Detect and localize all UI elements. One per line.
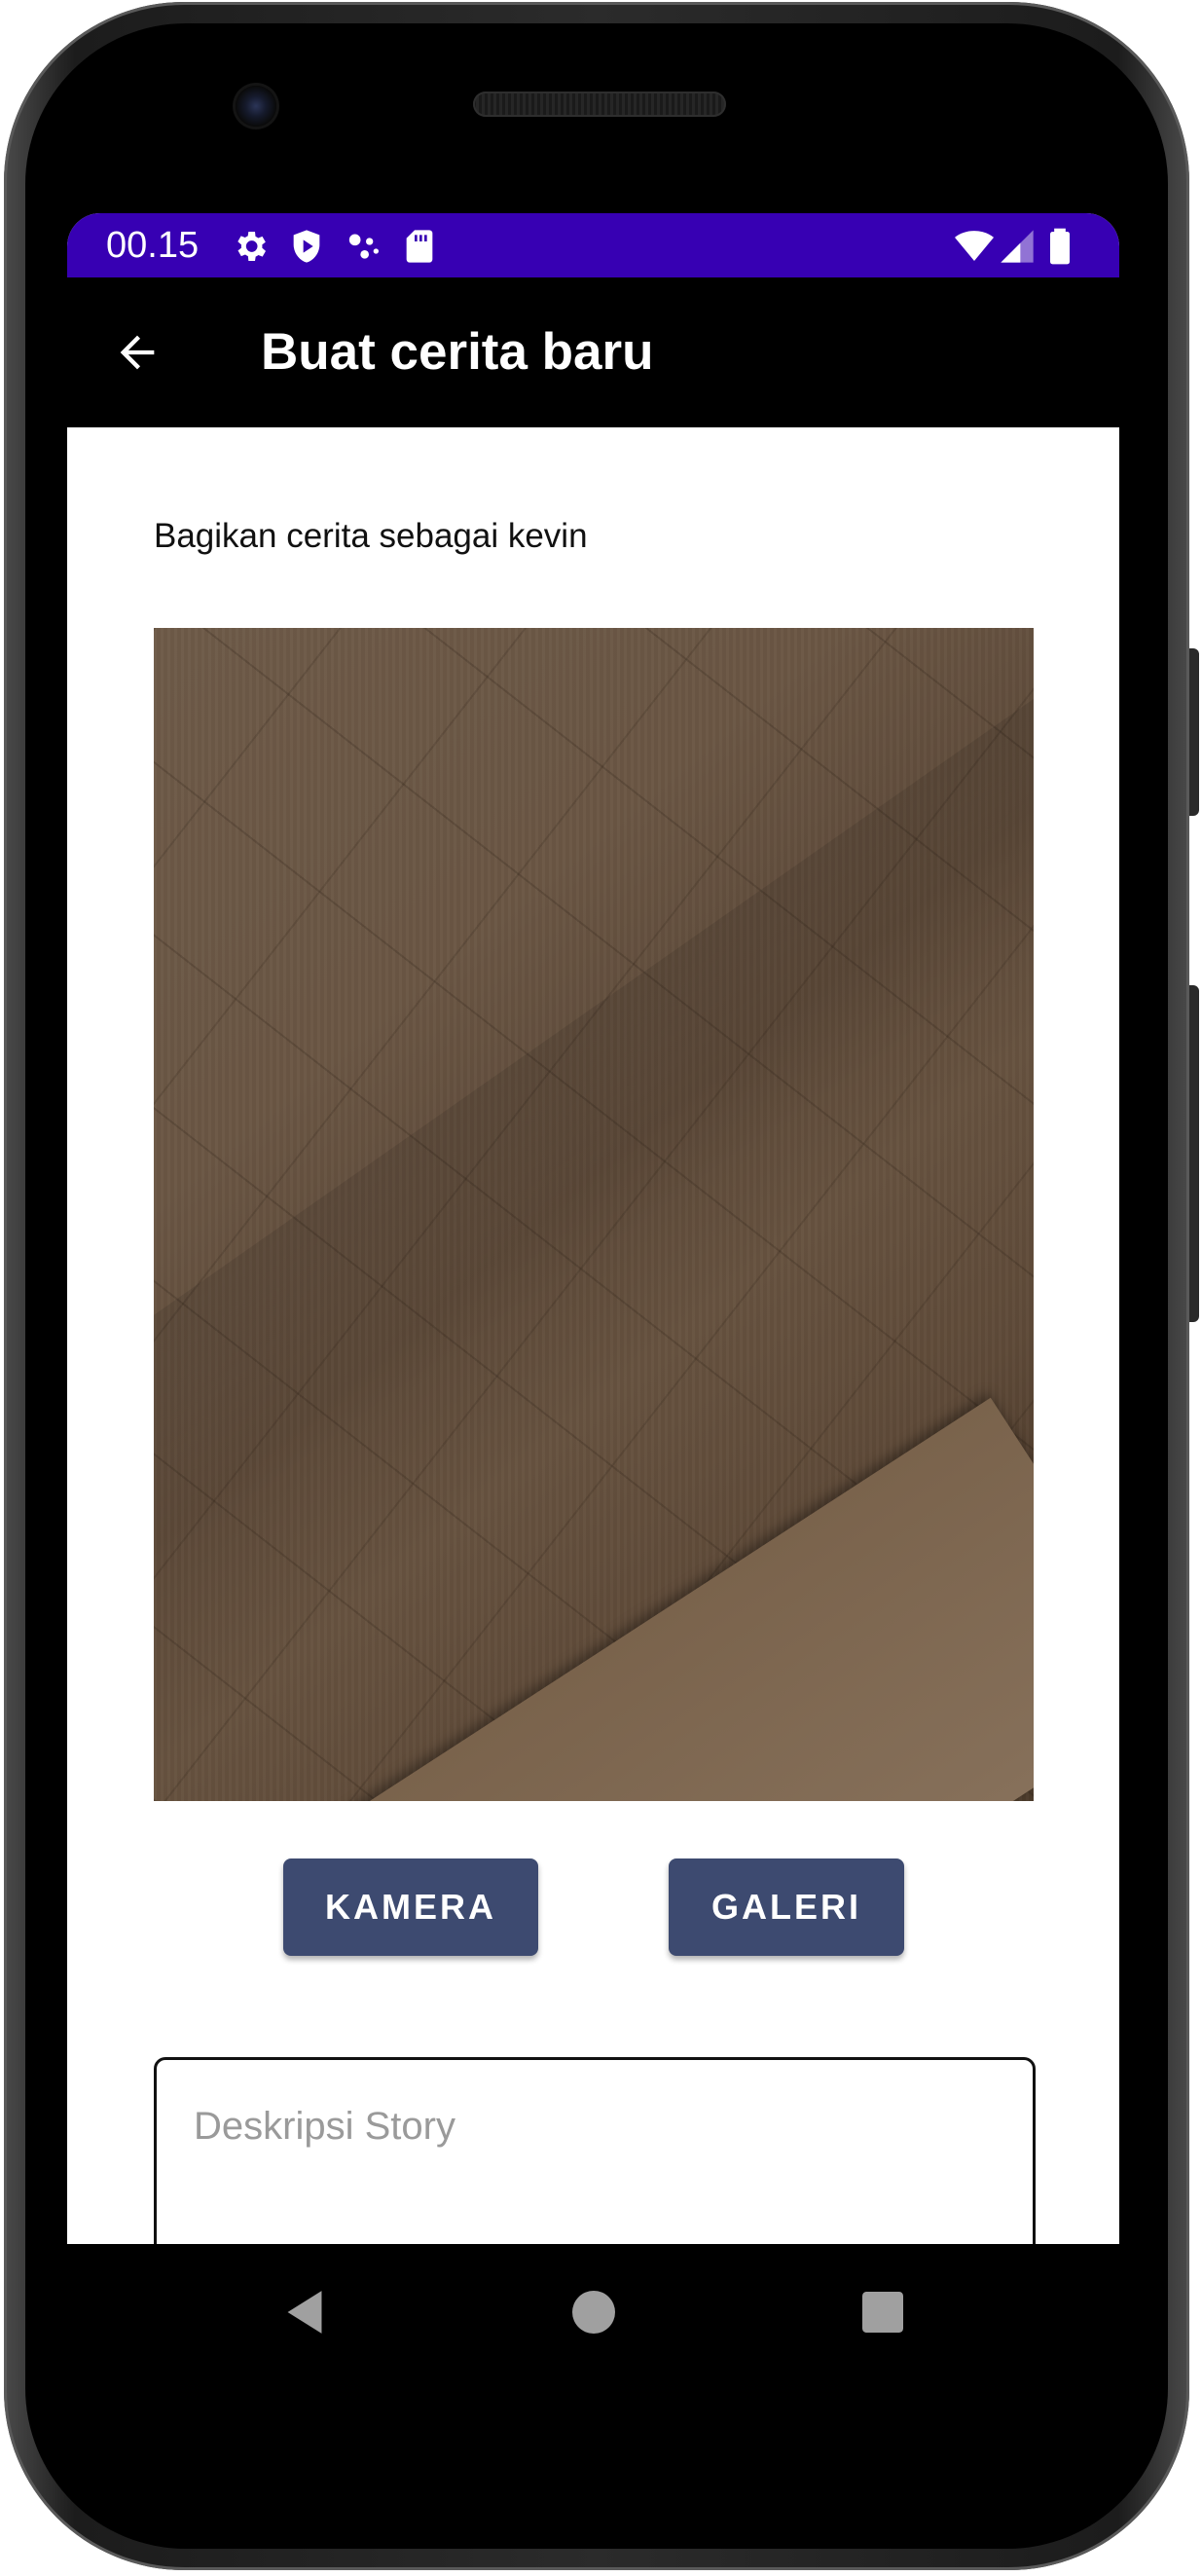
volume-button xyxy=(1189,985,1199,1322)
signal-icon xyxy=(1001,230,1034,263)
wifi-icon xyxy=(955,231,994,261)
shield-play-icon xyxy=(293,230,320,263)
status-time: 00.15 xyxy=(106,225,200,266)
nav-home-button[interactable] xyxy=(565,2283,623,2341)
sd-card-icon xyxy=(406,230,433,263)
status-bar: 00.15 xyxy=(67,213,1119,277)
share-as-label: Bagikan cerita sebagai kevin xyxy=(154,517,588,555)
app-screen: 00.15 Buat cerita baru Bagikan cerita se… xyxy=(67,213,1119,2244)
story-description-input[interactable]: Deskripsi Story xyxy=(154,2057,1036,2244)
earpiece-speaker xyxy=(473,92,726,117)
settings-icon xyxy=(237,232,266,261)
power-button xyxy=(1189,648,1199,816)
arrow-left-icon xyxy=(120,335,155,370)
front-camera xyxy=(236,86,276,127)
nav-back-button[interactable] xyxy=(275,2283,334,2341)
recents-square-icon xyxy=(862,2292,903,2333)
nav-recents-button[interactable] xyxy=(854,2283,912,2341)
image-preview xyxy=(154,628,1034,1801)
battery-icon xyxy=(1050,228,1070,265)
page-title: Buat cerita baru xyxy=(261,323,654,381)
navigation-bar xyxy=(67,2244,1119,2380)
camera-button[interactable]: KAMERA xyxy=(283,1858,538,1956)
home-circle-icon xyxy=(572,2291,615,2334)
gallery-button[interactable]: GALERI xyxy=(669,1858,904,1956)
back-button[interactable] xyxy=(96,312,178,393)
back-triangle-icon xyxy=(287,2291,322,2334)
description-placeholder: Deskripsi Story xyxy=(194,2105,455,2148)
top-app-bar: Buat cerita baru xyxy=(67,277,1119,427)
assistant-dots-icon xyxy=(348,234,379,259)
